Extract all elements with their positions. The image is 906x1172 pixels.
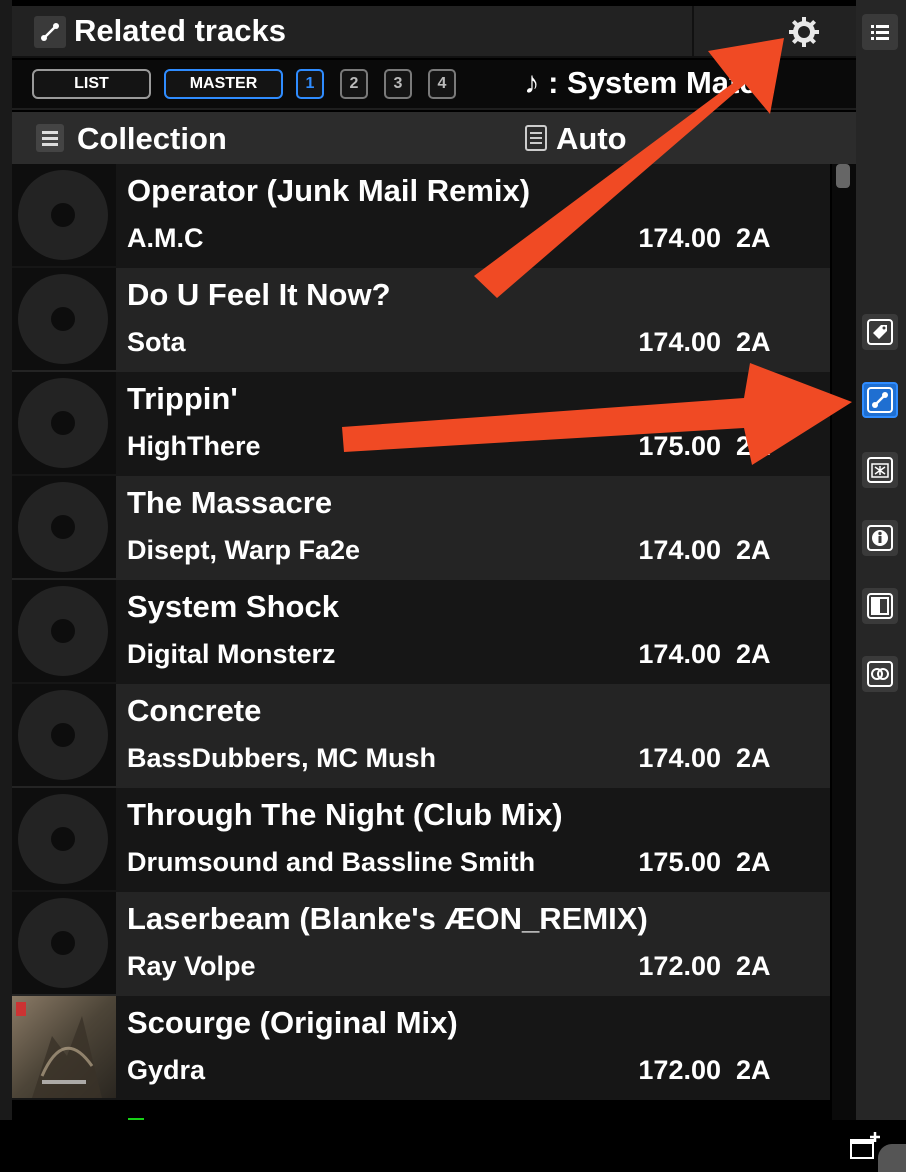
track-title: System Shock — [127, 589, 339, 624]
track-key: 2A — [736, 951, 771, 981]
track-artist: Ray Volpe — [127, 951, 256, 981]
tag-icon[interactable] — [862, 314, 898, 350]
header-bar: Related tracks — [12, 6, 856, 58]
deck-1-button[interactable]: 1 — [296, 69, 324, 99]
track-artist: Sota — [127, 327, 186, 357]
track-key: 2A — [736, 743, 771, 773]
track-key: 2A — [736, 431, 771, 461]
panel-split-icon[interactable] — [862, 588, 898, 624]
disc-placeholder-icon — [12, 788, 116, 890]
track-bpm: 174.00 — [638, 535, 721, 565]
track-bpm: 174.00 — [638, 743, 721, 773]
track-key: 2A — [736, 1055, 771, 1085]
scrollbar[interactable] — [832, 164, 856, 1120]
track-key: 2A — [736, 847, 771, 877]
explorer-icon[interactable] — [862, 452, 898, 488]
gear-icon[interactable] — [786, 14, 822, 50]
filter-bar: LIST MASTER 1 2 3 4 ♪ : System Match — [12, 60, 856, 110]
track-artist: Drumsound and Bassline Smith — [127, 847, 536, 877]
track-bpm: 172.00 — [638, 1055, 721, 1085]
track-artist: Disept, Warp Fa2e — [127, 535, 361, 565]
track-title: Concrete — [127, 693, 262, 728]
track-bpm: 174.00 — [638, 327, 721, 357]
track-row[interactable]: System Shock Digital Monsterz 174.00 2A — [12, 580, 830, 684]
track-row[interactable]: Do U Feel It Now? Sota 174.00 2A — [12, 268, 830, 372]
bottom-bar — [0, 1120, 906, 1172]
track-title: Trippin' — [127, 381, 238, 416]
track-title: Laserbeam (Blanke's ÆON_REMIX) — [127, 901, 648, 936]
track-row[interactable]: The Massacre Disept, Warp Fa2e 174.00 2A — [12, 476, 830, 580]
scroll-thumb[interactable] — [836, 164, 850, 188]
track-row[interactable]: Scourge (Original Mix) Gydra 172.00 2A — [12, 996, 830, 1100]
related-link-icon[interactable] — [862, 382, 898, 418]
collection-bar: Collection Auto — [12, 112, 856, 164]
panel-title: Related tracks — [74, 13, 286, 48]
disc-placeholder-icon — [12, 892, 116, 994]
link-rings-icon[interactable] — [862, 656, 898, 692]
track-row[interactable]: Concrete BassDubbers, MC Mush 174.00 2A — [12, 684, 830, 788]
master-button[interactable]: MASTER — [164, 69, 283, 99]
track-artist: Digital Monsterz — [127, 639, 336, 669]
track-key: 2A — [736, 327, 771, 357]
related-link-icon — [34, 16, 66, 48]
album-art-thumbnail — [12, 996, 116, 1098]
sort-mode-label[interactable]: Auto — [556, 121, 627, 157]
track-title: The Massacre — [127, 485, 333, 520]
deck-4-button[interactable]: 4 — [428, 69, 456, 99]
deck-2-button[interactable]: 2 — [340, 69, 368, 99]
left-edge-strip — [0, 0, 12, 1120]
disc-placeholder-icon — [12, 164, 116, 266]
disc-placeholder-icon — [12, 580, 116, 682]
track-list: Operator (Junk Mail Remix) A.M.C 174.00 2A D… — [12, 164, 832, 1120]
info-icon[interactable] — [862, 520, 898, 556]
match-mode-label[interactable]: ♪ : System Match — [524, 65, 776, 101]
disc-placeholder-icon — [12, 372, 116, 474]
track-bpm: 175.00 — [638, 847, 721, 877]
track-bpm: 172.00 — [638, 951, 721, 981]
track-title: Scourge (Original Mix) — [127, 1005, 458, 1040]
list-doc-icon[interactable] — [525, 125, 547, 151]
track-row[interactable]: Laserbeam (Blanke's ÆON_REMIX) Ray Volpe 1… — [12, 892, 830, 996]
track-title: Operator (Junk Mail Remix) — [127, 173, 531, 208]
resize-corner[interactable] — [878, 1144, 906, 1172]
track-bpm: 175.00 — [638, 431, 721, 461]
track-title: Do U Feel It Now? — [127, 277, 391, 312]
deck-3-button[interactable]: 3 — [384, 69, 412, 99]
header-divider — [692, 6, 694, 58]
track-row[interactable]: Operator (Junk Mail Remix) A.M.C 174.00 2A — [12, 164, 830, 268]
track-row[interactable]: Trippin' HighThere 175.00 2A — [12, 372, 830, 476]
menu-icon[interactable] — [36, 124, 64, 152]
track-key: 2A — [736, 535, 771, 565]
track-row[interactable]: Through The Night (Club Mix) Drumsound an… — [12, 788, 830, 892]
track-bpm: 174.00 — [638, 223, 721, 253]
track-artist: BassDubbers, MC Mush — [127, 743, 437, 773]
disc-placeholder-icon — [12, 268, 116, 370]
track-artist: HighThere — [127, 431, 261, 461]
track-artist: Gydra — [127, 1055, 206, 1085]
track-bpm: 174.00 — [638, 639, 721, 669]
new-window-icon[interactable] — [848, 1130, 882, 1164]
track-key: 2A — [736, 639, 771, 669]
track-key: 2A — [736, 223, 771, 253]
related-tracks-window: Related tracks LIST MASTER 1 2 3 4 ♪: S… — [0, 0, 906, 1172]
disc-placeholder-icon — [12, 476, 116, 578]
right-sidebar — [856, 0, 906, 1120]
list-button[interactable]: LIST — [32, 69, 151, 99]
track-title: Through The Night (Club Mix) — [127, 797, 563, 832]
track-artist: A.M.C — [127, 223, 204, 253]
menu-icon[interactable] — [862, 14, 898, 50]
collection-title[interactable]: Collection — [77, 121, 227, 157]
disc-placeholder-icon — [12, 684, 116, 786]
